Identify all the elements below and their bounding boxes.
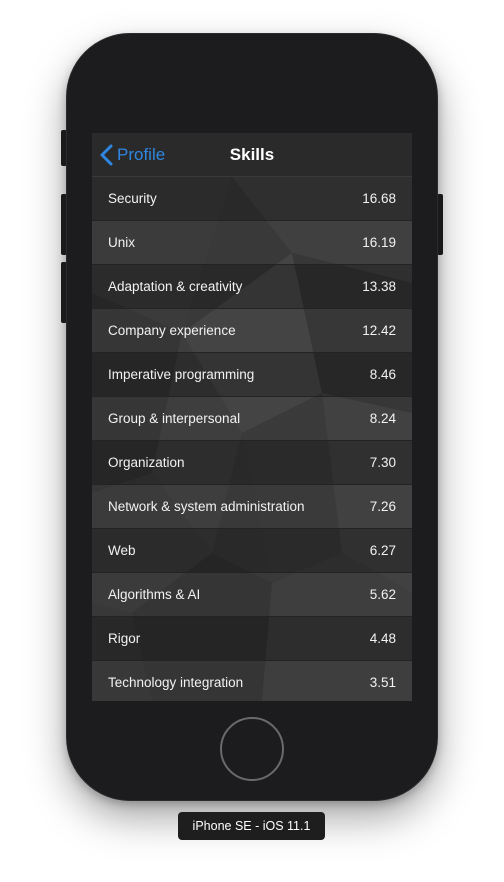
table-row[interactable]: Unix 16.19 (92, 221, 412, 265)
skill-label: Algorithms & AI (108, 587, 201, 602)
chevron-left-icon (100, 144, 113, 166)
skill-label: Web (108, 543, 136, 558)
navigation-bar: Profile Skills (92, 133, 412, 177)
back-button[interactable]: Profile (100, 133, 165, 177)
table-row[interactable]: Company experience 12.42 (92, 309, 412, 353)
table-row[interactable]: Imperative programming 8.46 (92, 353, 412, 397)
simulator-stage: Profile Skills Security 16.68 Unix 16.19… (0, 0, 504, 882)
skill-value: 8.46 (369, 367, 396, 382)
skill-label: Imperative programming (108, 367, 255, 382)
skill-value: 16.68 (362, 191, 396, 206)
skills-table: Security 16.68 Unix 16.19 Adaptation & c… (92, 177, 412, 701)
skill-value: 7.30 (369, 455, 396, 470)
skill-value: 3.51 (369, 675, 396, 690)
skill-value: 6.27 (369, 543, 396, 558)
table-row[interactable]: Group & interpersonal 8.24 (92, 397, 412, 441)
skill-label: Rigor (108, 631, 141, 646)
table-row[interactable]: Web 6.27 (92, 529, 412, 573)
back-button-label: Profile (117, 145, 166, 164)
skill-value: 5.62 (369, 587, 396, 602)
table-row[interactable]: Adaptation & creativity 13.38 (92, 265, 412, 309)
skill-value: 8.24 (369, 411, 396, 426)
skill-value: 7.26 (369, 499, 396, 514)
skill-label: Technology integration (108, 675, 244, 690)
skill-label: Company experience (108, 323, 236, 338)
table-row[interactable]: Network & system administration 7.26 (92, 485, 412, 529)
device-label: iPhone SE - iOS 11.1 (178, 812, 325, 840)
table-row[interactable]: Organization 7.30 (92, 441, 412, 485)
skill-label: Adaptation & creativity (108, 279, 243, 294)
skill-value: 12.42 (362, 323, 396, 338)
table-row[interactable]: Algorithms & AI 5.62 (92, 573, 412, 617)
skill-value: 16.19 (362, 235, 396, 250)
skill-label: Unix (108, 235, 136, 250)
skill-label: Network & system administration (108, 499, 305, 514)
skill-value: 13.38 (362, 279, 396, 294)
table-row[interactable]: Security 16.68 (92, 177, 412, 221)
skill-label: Organization (108, 455, 185, 470)
table-row[interactable]: Technology integration 3.51 (92, 661, 412, 701)
app-screen: Profile Skills Security 16.68 Unix 16.19… (92, 133, 412, 701)
skill-value: 4.48 (369, 631, 396, 646)
table-row[interactable]: Rigor 4.48 (92, 617, 412, 661)
skill-label: Security (108, 191, 157, 206)
skill-label: Group & interpersonal (108, 411, 241, 426)
home-button[interactable] (220, 717, 284, 781)
